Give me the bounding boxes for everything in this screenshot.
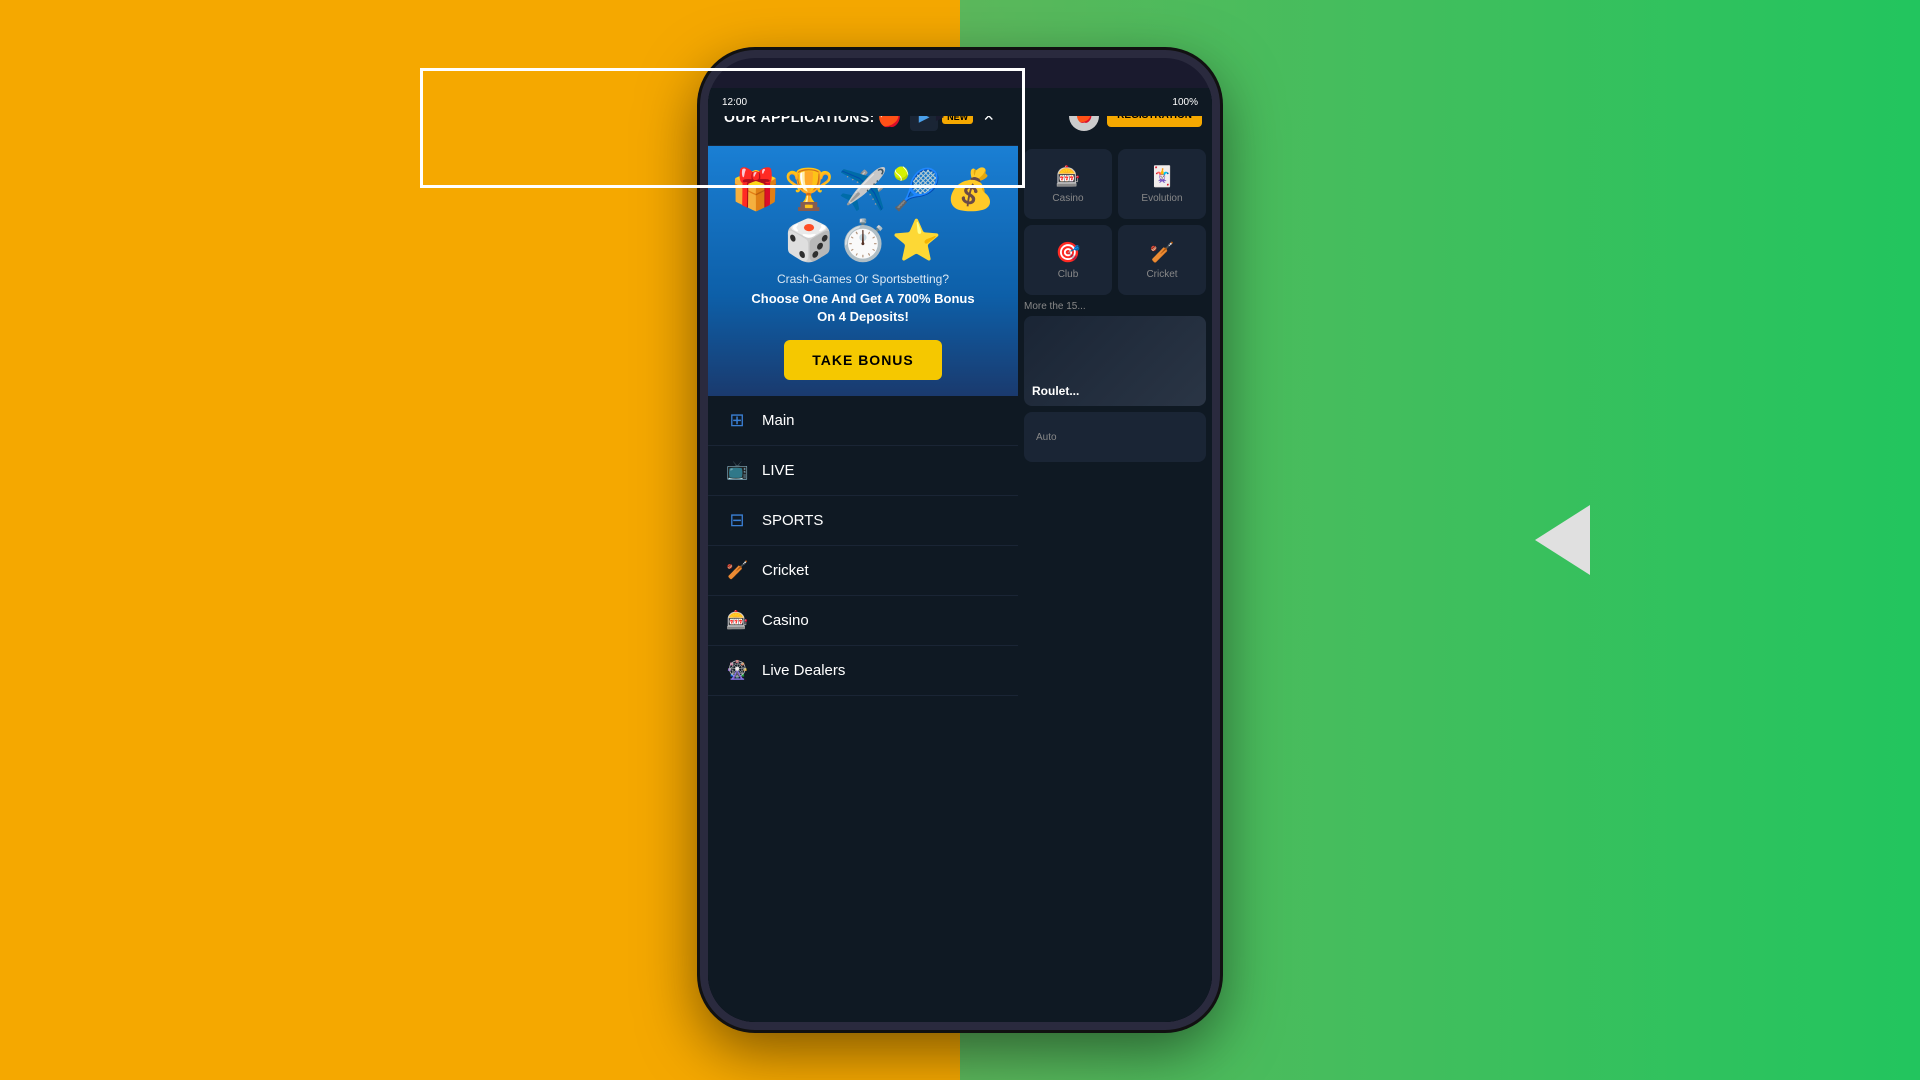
status-bar: 12:00 100% — [708, 88, 1212, 116]
casino-menu-icon: 🎰 — [726, 610, 748, 631]
dice-emoji: 🎲 — [784, 217, 834, 264]
gift-emoji: 🎁 — [730, 166, 780, 213]
star-emoji: ⭐ — [892, 217, 942, 264]
main-icon: ⊞ — [726, 410, 748, 431]
popup-panel: OUR APPLICATIONS: 🍎 ▶ NEW × — [708, 88, 1018, 1022]
club-card[interactable]: 🎯 Club — [1024, 225, 1112, 295]
casino-card[interactable]: 🎰 Casino — [1024, 149, 1112, 219]
menu-item-live-dealers[interactable]: 🎡 Live Dealers — [708, 646, 1018, 696]
volume-up-button — [700, 238, 703, 298]
live-label: LIVE — [762, 462, 795, 479]
casino-menu-label: Casino — [762, 612, 809, 629]
live-dealers-label: Live Dealers — [762, 662, 845, 679]
more-label: More the 15... — [1018, 301, 1212, 312]
coin-emoji: 💰 — [946, 166, 996, 213]
menu-item-live[interactable]: 📺 LIVE — [708, 446, 1018, 496]
banner-title: Choose One And Get A 700% BonusOn 4 Depo… — [724, 290, 1002, 326]
main-label: Main — [762, 412, 795, 429]
menu-item-sports[interactable]: ⊟ SPORTS — [708, 496, 1018, 546]
roulette-card[interactable]: Roulet... — [1024, 316, 1206, 406]
power-button — [1217, 278, 1220, 358]
clock-emoji: ⏱️ — [838, 217, 888, 264]
plane-emoji: ✈️ — [838, 166, 888, 213]
auto-card[interactable]: Auto — [1024, 412, 1206, 462]
right-app-content: 🍎 REGISTRATION 🎰 Casino 🃏 Evolution 🎯 Cl… — [1018, 88, 1212, 1022]
cricket-menu-label: Cricket — [762, 562, 809, 579]
status-time: 12:00 — [722, 97, 747, 108]
casino-icon: 🎰 — [1056, 164, 1081, 189]
cricket-icon: 🏏 — [1150, 240, 1175, 265]
club-icon: 🎯 — [1056, 240, 1081, 265]
banner-subtitle: Crash-Games Or Sportsbetting? — [724, 272, 1002, 286]
banner-emoji-area: 🎁 🏆 ✈️ 🎾 💰 🎲 ⏱️ ⭐ — [724, 166, 1002, 264]
popup-banner: 🎁 🏆 ✈️ 🎾 💰 🎲 ⏱️ ⭐ Crash-Games Or Sportsb… — [708, 146, 1018, 396]
app-card-grid: 🎰 Casino 🃏 Evolution 🎯 Club 🏏 Cricket — [1018, 143, 1212, 301]
roulette-label: Roulet... — [1032, 384, 1079, 398]
live-icon: 📺 — [726, 460, 748, 481]
take-bonus-button[interactable]: TAKE BONUS — [784, 340, 942, 380]
cricket-card[interactable]: 🏏 Cricket — [1118, 225, 1206, 295]
menu-list: ⊞ Main 📺 LIVE ⊟ SPORTS 🏏 Cricket — [708, 396, 1018, 696]
evolution-icon: 🃏 — [1150, 164, 1175, 189]
trophy-emoji: 🏆 — [784, 166, 834, 213]
phone-body: 12:00 100% 🍎 REGISTRATION 🎰 Casino 🃏 Ev — [700, 50, 1220, 1030]
sports-icon: ⊟ — [726, 510, 748, 531]
arrow-triangle — [1535, 505, 1590, 575]
menu-item-cricket[interactable]: 🏏 Cricket — [708, 546, 1018, 596]
evolution-label: Evolution — [1141, 193, 1182, 204]
sports-label: SPORTS — [762, 512, 823, 529]
racket-emoji: 🎾 — [892, 166, 942, 213]
evolution-card[interactable]: 🃏 Evolution — [1118, 149, 1206, 219]
phone-device: 12:00 100% 🍎 REGISTRATION 🎰 Casino 🃏 Ev — [700, 50, 1220, 1030]
back-arrow[interactable] — [1535, 505, 1590, 575]
status-battery: 100% — [1172, 97, 1198, 108]
club-label: Club — [1058, 269, 1079, 280]
live-dealers-icon: 🎡 — [726, 660, 748, 681]
cricket-menu-icon: 🏏 — [726, 560, 748, 581]
cricket-card-label: Cricket — [1146, 269, 1177, 280]
phone-screen: 12:00 100% 🍎 REGISTRATION 🎰 Casino 🃏 Ev — [708, 88, 1212, 1022]
auto-label: Auto — [1036, 432, 1057, 443]
casino-label: Casino — [1052, 193, 1083, 204]
menu-item-casino[interactable]: 🎰 Casino — [708, 596, 1018, 646]
volume-down-button — [700, 318, 703, 378]
menu-item-main[interactable]: ⊞ Main — [708, 396, 1018, 446]
